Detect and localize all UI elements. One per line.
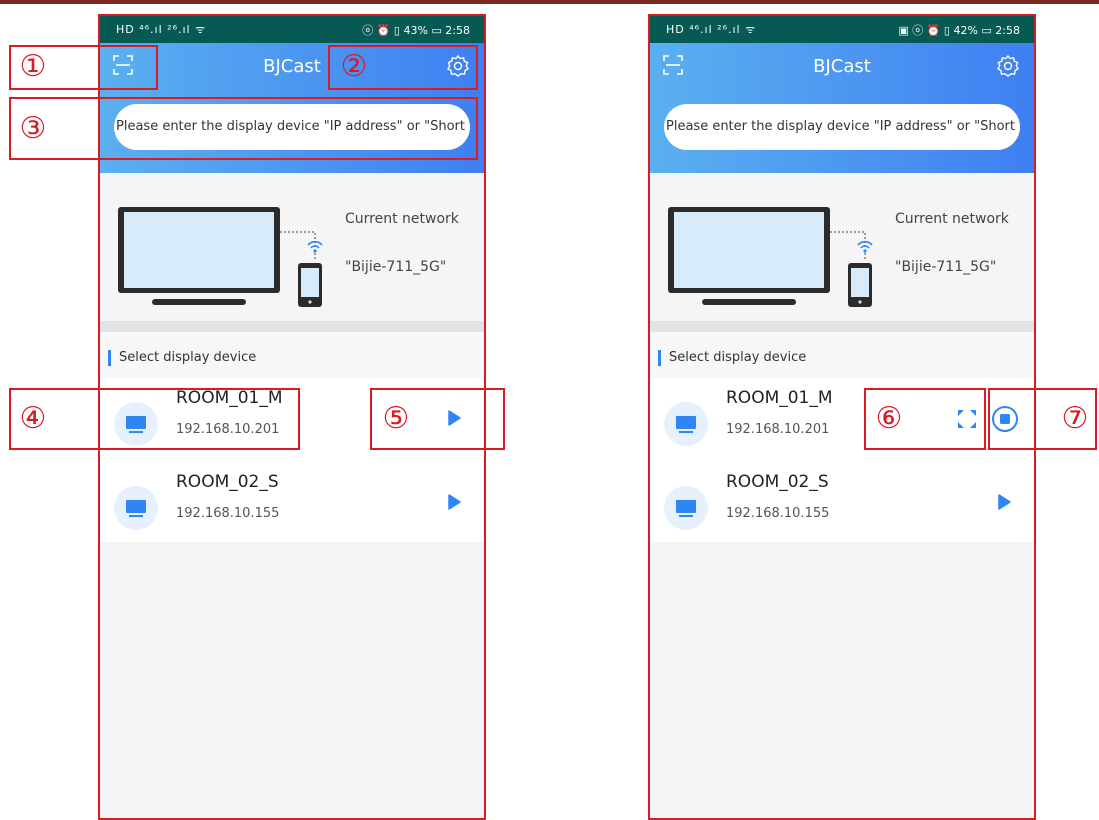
annotation-number-5: ⑤ (382, 401, 410, 436)
annotation-number-2: ② (340, 49, 368, 84)
annotation-number-1: ① (19, 49, 47, 84)
annotation-number-4: ④ (19, 401, 47, 436)
annotation-box-3 (9, 97, 478, 160)
top-border (0, 0, 1099, 4)
annotation-number-7: ⑦ (1061, 401, 1089, 436)
annotation-number-3: ③ (19, 111, 47, 146)
annotation-number-6: ⑥ (875, 401, 903, 436)
annotation-box-4 (9, 388, 300, 450)
